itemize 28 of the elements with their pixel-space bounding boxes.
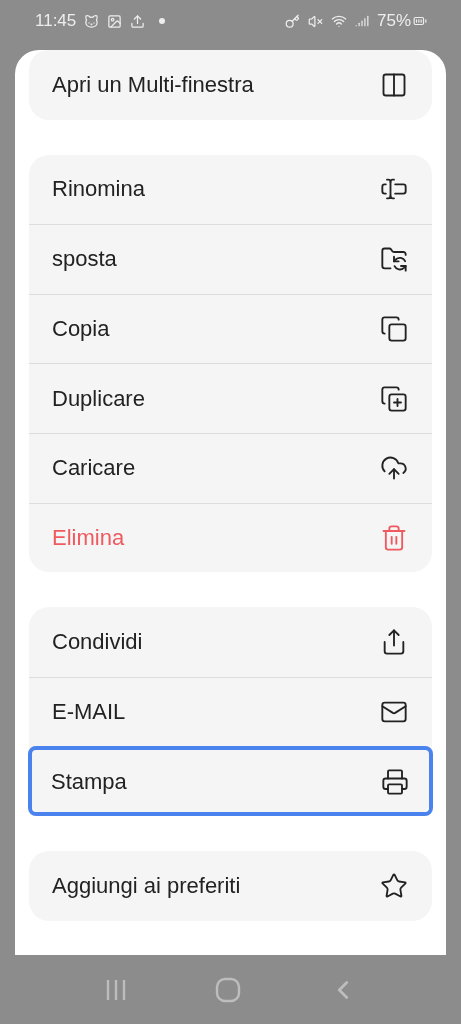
signal-icon xyxy=(354,14,369,28)
copy-plus-icon xyxy=(380,384,408,413)
notification-dot xyxy=(159,18,166,24)
menu-item[interactable]: E-MAIL xyxy=(29,676,432,747)
menu-item[interactable]: Aggiungi ai preferiti xyxy=(29,850,432,921)
battery-icon xyxy=(413,14,427,28)
mute-icon xyxy=(307,13,323,29)
menu-item[interactable]: Rinomina xyxy=(29,154,432,225)
menu-item[interactable]: Duplicare xyxy=(29,363,432,433)
folder-arrows-icon xyxy=(380,245,408,274)
upload-icon xyxy=(130,13,146,29)
menu-item[interactable]: Condividi xyxy=(29,607,432,677)
wifi-icon xyxy=(330,13,347,29)
cat-icon xyxy=(84,13,100,29)
star-icon xyxy=(380,871,408,900)
menu-item[interactable]: sposta xyxy=(29,224,432,294)
menu-item[interactable]: Stampa xyxy=(28,746,433,816)
copy-icon xyxy=(380,315,408,344)
menu-item[interactable]: Apri un Multi-finestra xyxy=(29,50,432,120)
printer-icon xyxy=(381,767,409,796)
menu-item[interactable]: Caricare xyxy=(29,432,432,503)
image-icon xyxy=(107,13,123,29)
key-icon xyxy=(284,13,300,29)
home-icon[interactable] xyxy=(214,976,241,1003)
clock: 11:45 xyxy=(35,11,77,31)
trash-icon xyxy=(380,523,408,552)
battery-percent: 75% xyxy=(376,11,411,31)
menu-item[interactable]: Copia xyxy=(29,293,432,364)
